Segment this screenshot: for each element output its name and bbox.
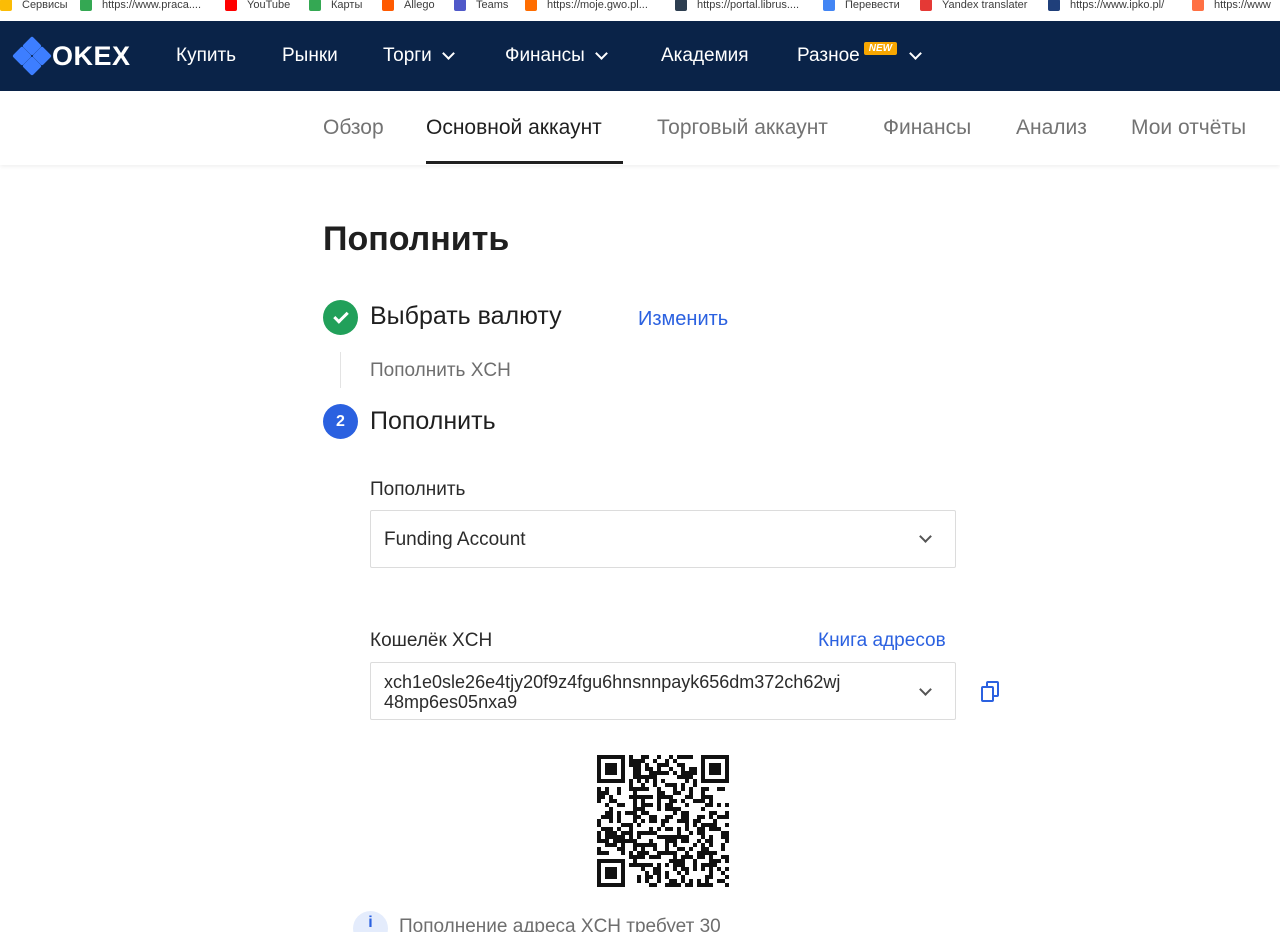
nav-trade-label: Торги <box>383 45 432 66</box>
nav-academy-label: Академия <box>661 45 749 66</box>
step2-number: 2 <box>323 404 358 439</box>
maps-icon <box>309 0 321 11</box>
nav-more-label: Разное <box>797 45 860 66</box>
account-tabs: Обзор Основной аккаунт Торговый аккаунт … <box>0 91 1280 165</box>
page-icon <box>1048 0 1060 11</box>
nav-finance[interactable]: Финансы <box>505 21 608 91</box>
deposit-qr-code <box>597 755 729 887</box>
okex-logo-icon <box>12 36 52 76</box>
deposit-to-label: Пополнить <box>370 479 466 500</box>
deposit-account-value: Funding Account <box>384 529 526 550</box>
step1-summary: Пополнить XCH <box>370 360 511 381</box>
yandex-icon <box>920 0 932 11</box>
bookmark-maps[interactable]: Карты <box>309 0 362 14</box>
page-icon <box>675 0 687 11</box>
bookmark-services[interactable]: Сервисы <box>0 0 68 14</box>
logo-text: OKEX <box>52 40 131 71</box>
nav-buy-label: Купить <box>176 45 237 66</box>
active-tab-indicator <box>426 161 623 164</box>
bookmark-other[interactable]: https://www <box>1192 0 1271 14</box>
bookmark-ipko[interactable]: https://www.ipko.pl/ <box>1048 0 1164 14</box>
bookmark-gwo[interactable]: https://moje.gwo.pl... <box>525 0 648 14</box>
page-icon <box>1192 0 1204 11</box>
page-icon <box>80 0 92 11</box>
top-navigation: OKEX Купить Рынки Торги Финансы Академия… <box>0 21 1280 91</box>
copy-icon[interactable] <box>980 680 1002 704</box>
wallet-address-line1: xch1e0sle26e4tjy20f9z4fgu6hnsnnpayk656dm… <box>384 672 841 692</box>
tab-overview[interactable]: Обзор <box>323 91 384 165</box>
bookmark-teams[interactable]: Teams <box>454 0 508 14</box>
translate-icon <box>823 0 835 11</box>
wallet-address-select[interactable]: xch1e0sle26e4tjy20f9z4fgu6hnsnnpayk656dm… <box>370 662 956 720</box>
step2-title: Пополнить <box>370 407 496 435</box>
tab-trading-account[interactable]: Торговый аккаунт <box>657 91 828 165</box>
step1-title: Выбрать валюту <box>370 302 562 330</box>
wallet-label: Кошелёк XCH <box>370 630 493 651</box>
nav-academy[interactable]: Академия <box>661 21 749 91</box>
wallet-address-line2: 48mp6es05nxa9 <box>384 692 518 712</box>
youtube-icon <box>225 0 237 11</box>
info-icon: i <box>353 911 388 932</box>
allegro-icon <box>382 0 394 11</box>
deposit-account-select[interactable]: Funding Account <box>370 510 956 568</box>
bookmarks-bar: Сервисы https://www.praca.... YouTube Ка… <box>0 0 1280 14</box>
nav-markets[interactable]: Рынки <box>282 21 338 91</box>
nav-buy[interactable]: Купить <box>176 21 236 91</box>
chevron-down-icon <box>919 683 932 696</box>
okex-logo[interactable]: OKEX <box>12 36 131 76</box>
apps-icon <box>0 0 12 11</box>
chevron-down-icon <box>909 47 922 60</box>
tab-main-account[interactable]: Основной аккаунт <box>426 91 602 165</box>
nav-more[interactable]: Разное NEW <box>797 21 922 91</box>
bookmark-allegro[interactable]: Allego <box>382 0 435 14</box>
tab-finance[interactable]: Финансы <box>883 91 971 165</box>
new-badge: NEW <box>863 41 898 55</box>
change-currency-link[interactable]: Изменить <box>638 308 728 331</box>
page-icon <box>525 0 537 11</box>
bookmark-translate[interactable]: Перевести <box>823 0 900 14</box>
deposit-info-text: Пополнение адреса XCH требует 30 <box>399 916 721 932</box>
step-connector <box>340 352 341 388</box>
teams-icon <box>454 0 466 11</box>
address-book-link[interactable]: Книга адресов <box>818 630 946 652</box>
bookmark-librus[interactable]: https://portal.librus.... <box>675 0 799 14</box>
nav-markets-label: Рынки <box>282 45 338 66</box>
tab-analysis[interactable]: Анализ <box>1016 91 1087 165</box>
nav-finance-label: Финансы <box>505 45 585 66</box>
nav-trade[interactable]: Торги <box>383 21 455 91</box>
chevron-down-icon <box>919 530 932 543</box>
bookmark-praca[interactable]: https://www.praca.... <box>80 0 201 14</box>
bookmark-youtube[interactable]: YouTube <box>225 0 290 14</box>
tab-my-reports[interactable]: Мои отчёты <box>1131 91 1246 165</box>
checkmark-icon <box>332 307 349 324</box>
step-complete-icon <box>323 300 358 335</box>
page-title: Пополнить <box>323 220 510 258</box>
chevron-down-icon <box>441 47 455 60</box>
bookmark-yandex[interactable]: Yandex translater <box>920 0 1027 14</box>
chevron-down-icon <box>594 47 608 60</box>
